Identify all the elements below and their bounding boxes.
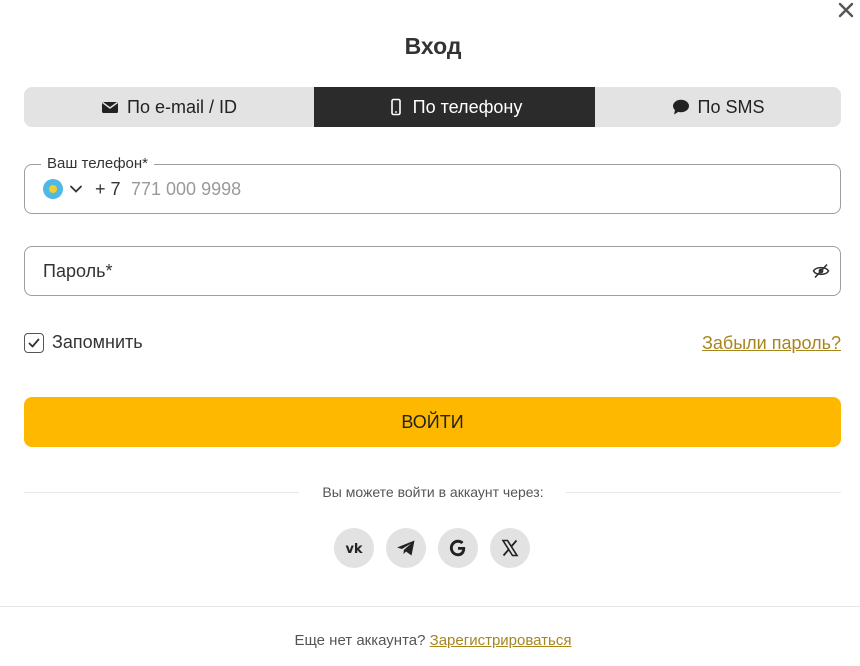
tab-email-label: По e-mail / ID bbox=[127, 96, 237, 117]
social-login-buttons: vk bbox=[334, 528, 530, 568]
x-login-button[interactable] bbox=[490, 528, 530, 568]
envelope-icon bbox=[102, 101, 119, 113]
x-icon bbox=[501, 539, 519, 557]
remember-checkbox[interactable] bbox=[24, 332, 44, 353]
remember-label: Запомнить bbox=[52, 332, 143, 352]
close-button[interactable] bbox=[834, 0, 858, 22]
eye-off-icon[interactable] bbox=[812, 262, 830, 280]
svg-text:vk: vk bbox=[345, 542, 362, 557]
tab-phone-label: По телефону bbox=[412, 96, 523, 117]
chat-icon bbox=[672, 99, 689, 115]
tab-email[interactable]: По e-mail / ID bbox=[24, 87, 314, 127]
dialog-title: Вход bbox=[404, 33, 462, 59]
phone-field-label: Ваш телефон* bbox=[41, 155, 154, 172]
phone-icon bbox=[390, 98, 401, 116]
forgot-password-link[interactable]: Забыли пароль? bbox=[702, 333, 841, 354]
signup-prompt: Еще нет аккаунта? Зарегистрироваться bbox=[0, 632, 860, 649]
remember-me[interactable]: Запомнить bbox=[24, 332, 143, 353]
phone-input[interactable] bbox=[131, 177, 731, 201]
vk-icon: vk bbox=[345, 542, 362, 557]
login-method-tabs: По e-mail / ID По телефону По SMS bbox=[24, 87, 841, 127]
tab-sms-label: По SMS bbox=[697, 96, 765, 117]
chevron-down-icon[interactable] bbox=[69, 182, 83, 196]
telegram-icon bbox=[397, 540, 415, 556]
checkmark-icon bbox=[28, 338, 40, 347]
footer-divider bbox=[0, 606, 860, 607]
kazakhstan-flag-icon[interactable] bbox=[43, 179, 63, 199]
telegram-login-button[interactable] bbox=[386, 528, 426, 568]
tab-sms[interactable]: По SMS bbox=[595, 87, 841, 127]
login-button[interactable]: ВОЙТИ bbox=[24, 397, 841, 447]
divider-right bbox=[566, 492, 841, 493]
close-icon bbox=[838, 2, 854, 18]
phone-field: Ваш телефон* + 7 bbox=[24, 155, 841, 214]
vk-login-button[interactable]: vk bbox=[334, 528, 374, 568]
password-field bbox=[24, 246, 841, 296]
tab-phone[interactable]: По телефону bbox=[314, 87, 595, 127]
country-code: + 7 bbox=[95, 179, 121, 199]
google-login-button[interactable] bbox=[438, 528, 478, 568]
google-icon bbox=[449, 539, 466, 557]
signup-text: Еще нет аккаунта? bbox=[294, 632, 426, 649]
signup-link[interactable]: Зарегистрироваться bbox=[430, 632, 572, 649]
password-input[interactable] bbox=[43, 259, 803, 283]
